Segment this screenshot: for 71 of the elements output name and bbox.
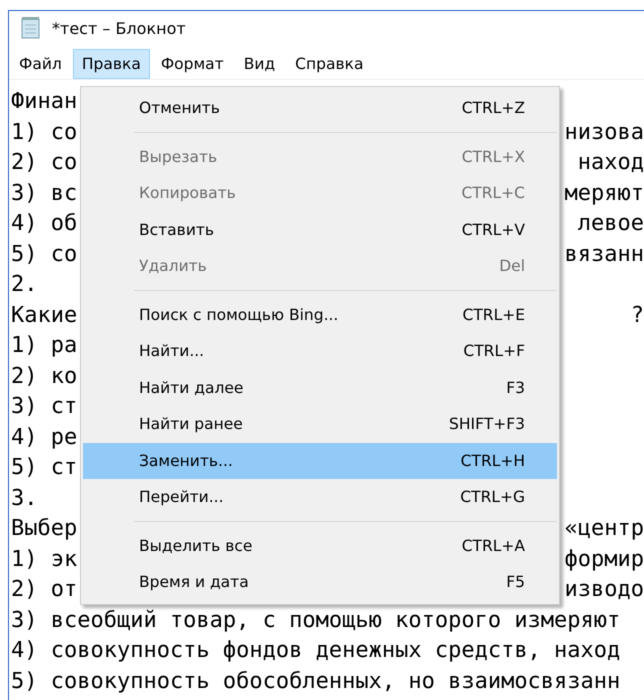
window-title: *тест – Блокнот	[52, 18, 186, 38]
menu-item-label: Заменить...	[139, 452, 233, 470]
menu-item-label: Найти...	[139, 342, 204, 360]
menu-item[interactable]: Вставить CTRL+V	[83, 212, 557, 248]
text-line: 3.	[11, 484, 38, 512]
text-line: Финан	[11, 88, 78, 116]
menu-item-label: Найти ранее	[139, 415, 243, 434]
menu-bar-item[interactable]: Файл	[10, 48, 71, 78]
menu-item[interactable]: Отменить CTRL+Z	[83, 90, 557, 126]
text-line: 1) эк	[11, 546, 78, 574]
menu-item-label: Копировать	[139, 184, 236, 202]
shortcut-label: F3	[506, 378, 525, 397]
menu-item[interactable]: Выделить все CTRL+A	[83, 528, 557, 564]
menu-item-label: Отменить	[139, 99, 220, 118]
shortcut-label: CTRL+V	[462, 220, 525, 239]
menu-item-label: Перейти...	[139, 488, 224, 506]
shortcut-label: CTRL+A	[462, 536, 525, 555]
shortcut-label: CTRL+H	[460, 452, 525, 470]
text-line: меряют	[564, 180, 644, 208]
menu-item-label: Вырезать	[139, 148, 218, 166]
text-line: формир	[564, 546, 644, 574]
shortcut-label: CTRL+Z	[462, 99, 525, 118]
text-line: Выбер	[11, 515, 78, 543]
text-line: 2) от	[11, 576, 78, 604]
text-line: 4) ре	[11, 424, 78, 452]
menu-bar-item[interactable]: Правка	[72, 48, 150, 78]
shortcut-label: CTRL+X	[462, 148, 525, 166]
shortcut-label: CTRL+C	[461, 184, 525, 202]
menu-item-label: Вставить	[139, 220, 214, 239]
text-line: наход	[578, 149, 644, 177]
text-line: 1) со	[11, 118, 78, 146]
text-line: 1) ра	[11, 332, 78, 360]
text-line: левое	[578, 210, 644, 238]
text-line: 5) со	[11, 240, 78, 268]
menu-item-label: Выделить все	[139, 536, 252, 555]
text-line: 5) совокупность обособленных, но взаимосвязанн	[11, 668, 620, 696]
menu-item-label: Время и дата	[139, 573, 249, 592]
text-line: низова	[564, 118, 644, 146]
shortcut-label: CTRL+F	[463, 342, 525, 360]
text-line: Какие	[11, 302, 78, 330]
menu-item[interactable]: Поиск с помощью Bing... CTRL+E	[83, 296, 557, 333]
menu-item[interactable]: Заменить... CTRL+H	[83, 442, 557, 479]
text-line: изводо	[564, 576, 644, 604]
text-line: 3) ст	[11, 393, 78, 421]
text-line: «центр	[564, 515, 644, 543]
text-line: 2.	[11, 271, 38, 299]
menu-item-label: Поиск с помощью Bing...	[139, 306, 338, 324]
shortcut-label: SHIFT+F3	[449, 415, 525, 434]
text-line: 2) ко	[11, 362, 78, 390]
text-line: 5) ст	[11, 454, 78, 482]
shortcut-label: CTRL+G	[460, 488, 525, 506]
menu-item[interactable]: Найти ранее SHIFT+F3	[83, 406, 557, 442]
text-line: 3) всеобщий товар, с помощью которого измеряют	[11, 606, 620, 634]
text-line: вязанн	[564, 240, 644, 268]
menu-item-label: Удалить	[139, 257, 207, 276]
text-line: 4) об	[11, 210, 78, 238]
text-line: ?	[630, 302, 644, 330]
menu-bar-item[interactable]: Вид	[234, 48, 284, 78]
menu-item[interactable]: Найти далее F3	[83, 370, 557, 406]
menu-item-label: Найти далее	[139, 378, 244, 397]
menu-bar-item[interactable]: Справка	[286, 48, 372, 78]
text-line: 3) вс	[11, 180, 78, 208]
menu-item[interactable]: Найти... CTRL+F	[83, 333, 557, 370]
shortcut-label: F5	[506, 573, 525, 592]
shortcut-label: Del	[499, 257, 525, 276]
shortcut-label: CTRL+E	[462, 306, 525, 324]
menu-item[interactable]: Перейти... CTRL+G	[83, 479, 557, 516]
menu-bar-item[interactable]: Формат	[152, 48, 233, 78]
text-line: 4) совокупность фондов денежных средств, наход	[11, 637, 620, 665]
menu-item[interactable]: Время и дата F5	[83, 564, 557, 600]
text-line: 2) со	[11, 149, 78, 177]
